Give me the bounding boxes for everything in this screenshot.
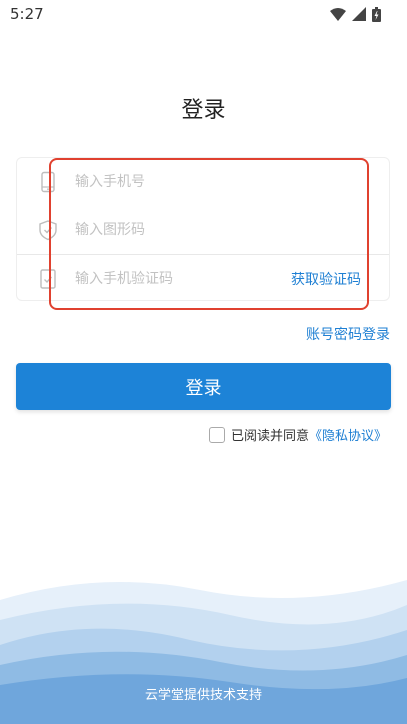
agreement-row: 已阅读并同意 《隐私协议》 [208, 425, 387, 444]
shield-icon [39, 220, 57, 241]
login-button[interactable]: 登录 [16, 363, 391, 410]
get-code-button[interactable]: 获取验证码 [291, 269, 361, 289]
signal-icon [352, 7, 366, 21]
phone-input[interactable] [75, 166, 275, 198]
captcha-input[interactable] [75, 214, 275, 246]
sms-code-row: 获取验证码 [17, 254, 389, 303]
agreement-checkbox[interactable] [208, 426, 225, 443]
password-login-link[interactable]: 账号密码登录 [306, 324, 390, 344]
status-bar: 5:27 [0, 0, 407, 30]
login-form: 获取验证码 [16, 157, 390, 301]
privacy-policy-link[interactable]: 《隐私协议》 [309, 425, 387, 444]
battery-icon [372, 6, 381, 22]
captcha-row [17, 206, 389, 254]
footer-text: 云学堂提供技术支持 [144, 688, 262, 703]
agreement-text: 已阅读并同意 [230, 429, 309, 444]
wifi-icon [330, 7, 346, 21]
sms-code-input[interactable] [75, 263, 275, 295]
status-icons [330, 6, 381, 22]
status-time: 5:27 [10, 5, 44, 23]
clipboard-check-icon [40, 269, 56, 289]
phone-row [17, 158, 389, 206]
phone-icon [41, 171, 55, 193]
page-title: 登录 [181, 98, 226, 123]
